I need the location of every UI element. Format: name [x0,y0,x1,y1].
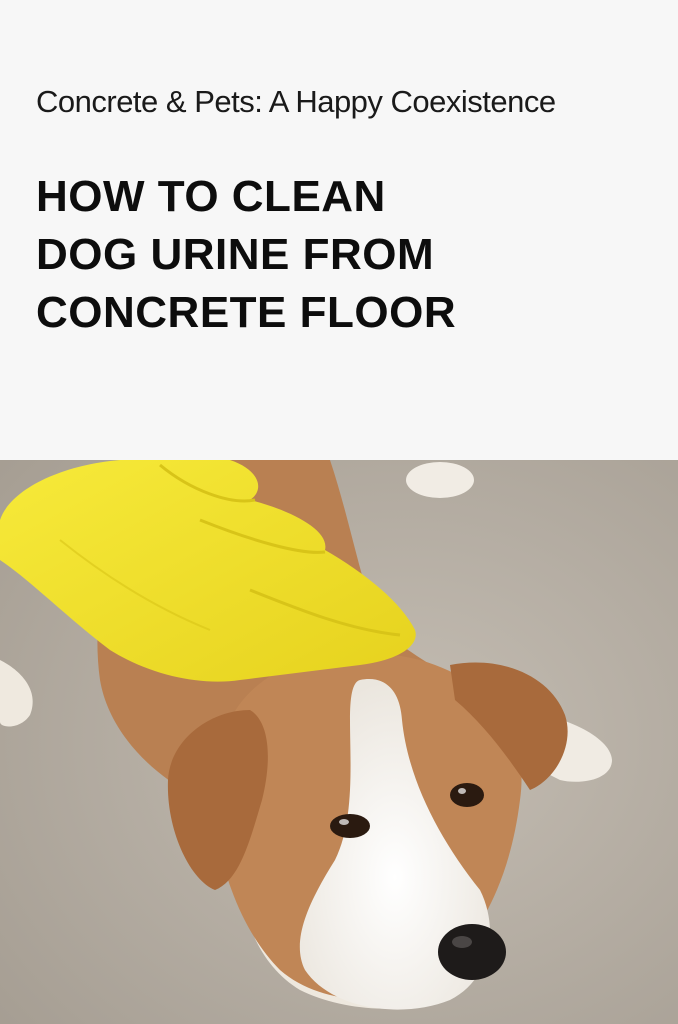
dog-illustration [0,460,678,1024]
subtitle: Concrete & Pets: A Happy Coexistence [36,84,556,119]
title-line-1: HOW TO CLEAN [36,172,386,221]
title-line-2: DOG URINE FROM [36,230,435,279]
header-panel: Concrete & Pets: A Happy Coexistence HOW… [0,0,678,460]
pin-graphic: Concrete & Pets: A Happy Coexistence HOW… [0,0,678,1024]
hero-photo [0,460,678,1024]
title-line-3: CONCRETE FLOOR [36,288,457,337]
page-title: HOW TO CLEAN DOG URINE FROM CONCRETE FLO… [36,168,656,342]
